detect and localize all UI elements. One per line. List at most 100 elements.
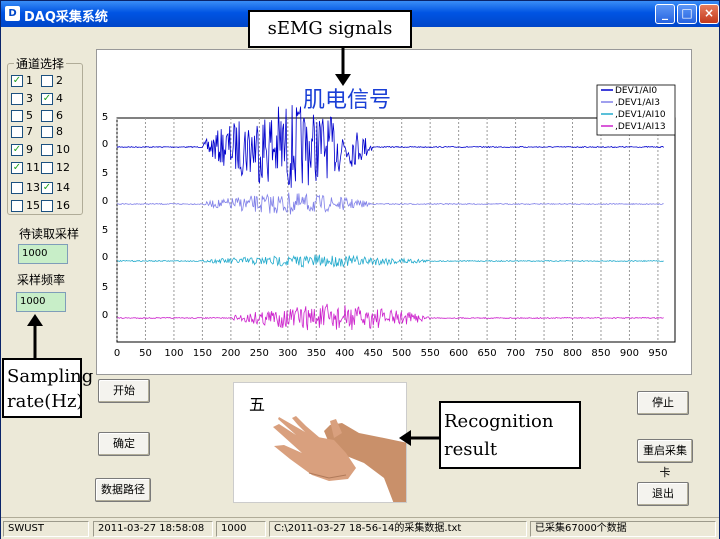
channel-checkbox-2[interactable]: 2: [41, 74, 63, 87]
exit-button[interactable]: 退出: [637, 482, 689, 506]
channel-checkbox-label: 8: [56, 125, 63, 138]
x-tick-label: 450: [364, 348, 383, 359]
channel-checkbox-4[interactable]: ✓ 4: [41, 92, 63, 105]
close-button[interactable]: ×: [699, 4, 719, 24]
status-count: 已采集67000个数据: [530, 521, 716, 537]
channel-checkbox-label: 16: [56, 199, 70, 212]
sample-rate-label: 采样频率: [17, 273, 66, 287]
checkbox-box[interactable]: ✓: [11, 74, 23, 87]
x-tick-label: 950: [648, 348, 667, 359]
channel-checkbox-label: 13: [26, 181, 40, 194]
stop-button[interactable]: 停止: [637, 391, 689, 415]
legend-label: ,DEV1/AI10: [615, 110, 666, 120]
x-tick-label: 650: [478, 348, 497, 359]
channel-checkbox-label: 14: [56, 181, 70, 194]
minimize-button[interactable]: _: [655, 4, 675, 24]
channel-checkbox-11[interactable]: ✓ 11: [11, 161, 40, 174]
channel-checkbox-6[interactable]: 6: [41, 109, 63, 122]
x-tick-label: 350: [307, 348, 326, 359]
samples-to-read-input[interactable]: 1000: [18, 244, 68, 264]
checkbox-box[interactable]: [41, 199, 53, 212]
checkbox-box[interactable]: [11, 92, 23, 105]
channel-checkbox-7[interactable]: 7: [11, 125, 33, 138]
sampling-rate-callout: Sampling rate(Hz): [2, 358, 93, 418]
channel-checkbox-label: 4: [56, 92, 63, 105]
channel-checkbox-13[interactable]: 13: [11, 181, 40, 194]
checkbox-box[interactable]: [41, 74, 53, 87]
checkbox-box[interactable]: [41, 143, 53, 156]
y-tick-label: 5: [102, 112, 108, 123]
channel-checkbox-label: 11: [26, 161, 40, 174]
checkbox-box[interactable]: [41, 109, 53, 122]
channel-checkbox-label: 12: [56, 161, 70, 174]
sample-rate-input[interactable]: 1000: [16, 292, 66, 312]
y-tick-label: 0: [102, 310, 108, 321]
sampling-callout-line2: rate(Hz): [7, 391, 84, 412]
semg-callout: sEMG signals: [248, 10, 412, 48]
channel-checkbox-label: 15: [26, 199, 40, 212]
channel-checkbox-16[interactable]: 16: [41, 199, 70, 212]
x-tick-label: 200: [221, 348, 240, 359]
channel-checkbox-5[interactable]: 5: [11, 109, 33, 122]
y-tick-label: 0: [102, 139, 108, 150]
checkbox-box[interactable]: ✓: [11, 143, 23, 156]
checkbox-box[interactable]: ✓: [11, 161, 23, 174]
x-tick-label: 50: [139, 348, 152, 359]
channel-checkbox-9[interactable]: ✓ 9: [11, 143, 33, 156]
x-tick-label: 100: [164, 348, 183, 359]
x-tick-label: 700: [506, 348, 525, 359]
y-tick-label: 5: [102, 168, 108, 179]
x-tick-label: 150: [193, 348, 212, 359]
app-icon: D: [5, 6, 20, 21]
hand-gesture-image: [273, 416, 406, 502]
checkbox-box[interactable]: [11, 181, 23, 194]
checkbox-box[interactable]: ✓: [41, 92, 53, 105]
channel-checkbox-8[interactable]: 8: [41, 125, 63, 138]
legend-label: ,DEV1/AI13: [615, 122, 666, 132]
maximize-button[interactable]: □: [677, 4, 697, 24]
x-tick-label: 500: [392, 348, 411, 359]
checkbox-box[interactable]: [11, 125, 23, 138]
start-button[interactable]: 开始: [98, 379, 150, 403]
checkbox-box[interactable]: [41, 125, 53, 138]
plot-area: [116, 117, 676, 343]
daq-window: D DAQ采集系统 _ □ × 通道选择 ✓ 1 2 3 ✓ 4 5 6 7 8 ✓ 9 10 ✓ 11 12…: [0, 0, 720, 539]
x-tick-label: 800: [563, 348, 582, 359]
checkbox-box[interactable]: [41, 161, 53, 174]
x-tick-label: 600: [449, 348, 468, 359]
channel-checkbox-label: 3: [26, 92, 33, 105]
window-title: DAQ采集系统: [24, 10, 108, 25]
checkbox-box[interactable]: ✓: [41, 181, 53, 194]
checkbox-box[interactable]: [11, 109, 23, 122]
semg-arrow: [335, 48, 351, 86]
channel-checkbox-label: 2: [56, 74, 63, 87]
channel-checkbox-14[interactable]: ✓ 14: [41, 181, 70, 194]
restart-card-button[interactable]: 重启采集卡: [637, 439, 693, 479]
y-tick-label: 5: [102, 282, 108, 293]
checkbox-box[interactable]: [11, 199, 23, 212]
legend-label: ,DEV1/AI3: [615, 98, 660, 108]
recognition-arrow: [399, 430, 439, 446]
channel-checkbox-15[interactable]: 15: [11, 199, 40, 212]
recognition-callout-line2: result: [444, 439, 498, 460]
chart-title: 肌电信号: [303, 88, 391, 113]
y-tick-label: 5: [102, 225, 108, 236]
channel-checkbox-3[interactable]: 3: [11, 92, 33, 105]
channel-checkbox-label: 5: [26, 109, 33, 122]
data-path-button[interactable]: 数据路径: [95, 478, 151, 502]
channel-checkbox-1[interactable]: ✓ 1: [11, 74, 33, 87]
channel-checkbox-12[interactable]: 12: [41, 161, 70, 174]
x-tick-label: 750: [534, 348, 553, 359]
samples-to-read-label: 待读取采样: [19, 227, 80, 241]
channel-checkbox-10[interactable]: 10: [41, 143, 70, 156]
confirm-button[interactable]: 确定: [98, 432, 150, 456]
channel-checkbox-label: 10: [56, 143, 70, 156]
x-tick-label: 850: [591, 348, 610, 359]
x-tick-label: 550: [421, 348, 440, 359]
status-org: SWUST: [3, 521, 89, 537]
recognition-result-panel: 五: [233, 382, 407, 503]
x-tick-label: 400: [335, 348, 354, 359]
y-tick-label: 0: [102, 196, 108, 207]
channel-checkbox-label: 6: [56, 109, 63, 122]
channel-checkbox-label: 1: [26, 74, 33, 87]
